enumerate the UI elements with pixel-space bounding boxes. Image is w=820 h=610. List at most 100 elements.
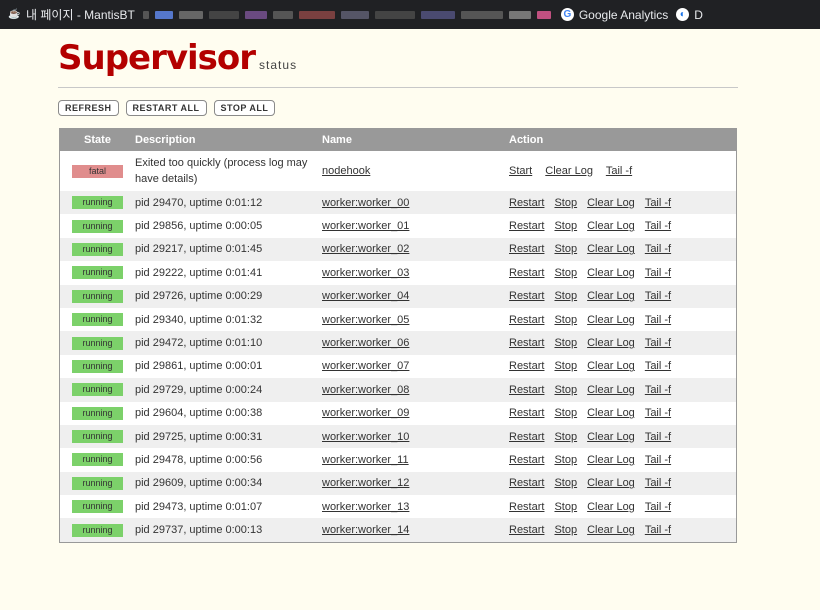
status-badge: fatal [72, 164, 123, 178]
restart-link[interactable]: Restart [509, 220, 544, 232]
status-badge: running [72, 523, 123, 537]
restart-link[interactable]: Restart [509, 314, 544, 326]
restart-link[interactable]: Restart [509, 197, 544, 209]
clear-log-link[interactable]: Clear Log [587, 431, 635, 443]
table-row: fatal Exited too quickly (process log ma… [60, 151, 737, 191]
clear-log-link[interactable]: Clear Log [587, 454, 635, 466]
stop-link[interactable]: Stop [554, 431, 577, 443]
tail-link[interactable]: Tail -f [645, 477, 671, 489]
process-name-link[interactable]: worker:worker_11 [322, 454, 409, 466]
process-name-link[interactable]: worker:worker_14 [322, 524, 409, 536]
clear-log-link[interactable]: Clear Log [587, 407, 635, 419]
stop-link[interactable]: Stop [554, 524, 577, 536]
status-badge: running [72, 430, 123, 444]
bookmark-google-analytics[interactable]: G Google Analytics [560, 8, 668, 22]
process-name-link[interactable]: worker:worker_04 [322, 290, 409, 302]
stop-link[interactable]: Stop [554, 314, 577, 326]
stop-link[interactable]: Stop [554, 337, 577, 349]
process-name-link[interactable]: worker:worker_02 [322, 243, 409, 255]
stop-link[interactable]: Stop [554, 384, 577, 396]
logo-subtitle: status [259, 58, 298, 72]
start-link[interactable]: Start [509, 165, 532, 177]
bookmark-mantis[interactable]: ☕ 내 페이지 - MantisBT [8, 6, 135, 23]
tail-link[interactable]: Tail -f [645, 243, 671, 255]
restart-link[interactable]: Restart [509, 431, 544, 443]
stop-link[interactable]: Stop [554, 454, 577, 466]
restart-all-button[interactable]: RESTART ALL [125, 100, 207, 116]
restart-link[interactable]: Restart [509, 337, 544, 349]
tail-link[interactable]: Tail -f [606, 165, 632, 177]
restart-link[interactable]: Restart [509, 360, 544, 372]
stop-link[interactable]: Stop [554, 407, 577, 419]
clear-log-link[interactable]: Clear Log [587, 267, 635, 279]
clear-log-link[interactable]: Clear Log [545, 165, 593, 177]
status-badge: running [72, 242, 123, 256]
tail-link[interactable]: Tail -f [645, 197, 671, 209]
tail-link[interactable]: Tail -f [645, 337, 671, 349]
process-name-link[interactable]: worker:worker_09 [322, 407, 409, 419]
tail-link[interactable]: Tail -f [645, 267, 671, 279]
process-name-link[interactable]: worker:worker_12 [322, 477, 409, 489]
process-name-link[interactable]: nodehook [322, 165, 370, 177]
process-description: pid 29340, uptime 0:01:32 [135, 313, 263, 326]
process-name-link[interactable]: worker:worker_06 [322, 337, 409, 349]
bookmark-label: 내 페이지 - MantisBT [26, 8, 135, 22]
tail-link[interactable]: Tail -f [645, 501, 671, 513]
status-badge: running [72, 219, 123, 233]
stop-link[interactable]: Stop [554, 477, 577, 489]
restart-link[interactable]: Restart [509, 267, 544, 279]
tail-link[interactable]: Tail -f [645, 360, 671, 372]
stop-link[interactable]: Stop [554, 501, 577, 513]
tail-link[interactable]: Tail -f [645, 384, 671, 396]
table-row: running pid 29729, uptime 0:00:24 worker:w… [59, 378, 737, 402]
status-badge: running [72, 196, 123, 210]
restart-link[interactable]: Restart [509, 290, 544, 302]
clear-log-link[interactable]: Clear Log [587, 243, 635, 255]
clear-log-link[interactable]: Clear Log [587, 337, 635, 349]
tail-link[interactable]: Tail -f [645, 314, 671, 326]
clear-log-link[interactable]: Clear Log [587, 290, 635, 302]
clear-log-link[interactable]: Clear Log [587, 524, 635, 536]
tail-link[interactable]: Tail -f [645, 454, 671, 466]
tail-link[interactable]: Tail -f [645, 290, 671, 302]
table-row: running pid 29222, uptime 0:01:41 worker:w… [60, 261, 737, 284]
page-header: Supervisor status [58, 38, 297, 78]
restart-link[interactable]: Restart [509, 524, 544, 536]
restart-link[interactable]: Restart [509, 243, 544, 255]
clear-log-link[interactable]: Clear Log [587, 220, 635, 232]
clear-log-link[interactable]: Clear Log [587, 360, 635, 372]
restart-link[interactable]: Restart [509, 407, 544, 419]
bookmark-d[interactable]: ◐ D [676, 8, 703, 22]
stop-link[interactable]: Stop [554, 360, 577, 372]
table-row: running pid 29478, uptime 0:00:56 worker:w… [60, 448, 737, 471]
tail-link[interactable]: Tail -f [645, 220, 671, 232]
restart-link[interactable]: Restart [509, 454, 544, 466]
clear-log-link[interactable]: Clear Log [587, 384, 635, 396]
clear-log-link[interactable]: Clear Log [587, 501, 635, 513]
stop-link[interactable]: Stop [554, 267, 577, 279]
process-name-link[interactable]: worker:worker_13 [322, 501, 409, 513]
process-name-link[interactable]: worker:worker_07 [322, 360, 409, 372]
clear-log-link[interactable]: Clear Log [587, 314, 635, 326]
process-description: pid 29222, uptime 0:01:41 [135, 266, 263, 279]
process-name-link[interactable]: worker:worker_01 [322, 220, 409, 232]
process-name-link[interactable]: worker:worker_10 [322, 431, 409, 443]
clear-log-link[interactable]: Clear Log [587, 197, 635, 209]
tail-link[interactable]: Tail -f [645, 524, 671, 536]
stop-all-button[interactable]: STOP ALL [213, 100, 276, 116]
restart-link[interactable]: Restart [509, 501, 544, 513]
restart-link[interactable]: Restart [509, 384, 544, 396]
stop-link[interactable]: Stop [554, 243, 577, 255]
process-name-link[interactable]: worker:worker_03 [322, 267, 409, 279]
stop-link[interactable]: Stop [554, 220, 577, 232]
tail-link[interactable]: Tail -f [645, 431, 671, 443]
refresh-button[interactable]: REFRESH [58, 100, 119, 116]
clear-log-link[interactable]: Clear Log [587, 477, 635, 489]
process-name-link[interactable]: worker:worker_05 [322, 314, 409, 326]
stop-link[interactable]: Stop [554, 290, 577, 302]
stop-link[interactable]: Stop [554, 197, 577, 209]
tail-link[interactable]: Tail -f [645, 407, 671, 419]
process-name-link[interactable]: worker:worker_00 [322, 197, 409, 209]
restart-link[interactable]: Restart [509, 477, 544, 489]
process-name-link[interactable]: worker:worker_08 [322, 384, 409, 396]
